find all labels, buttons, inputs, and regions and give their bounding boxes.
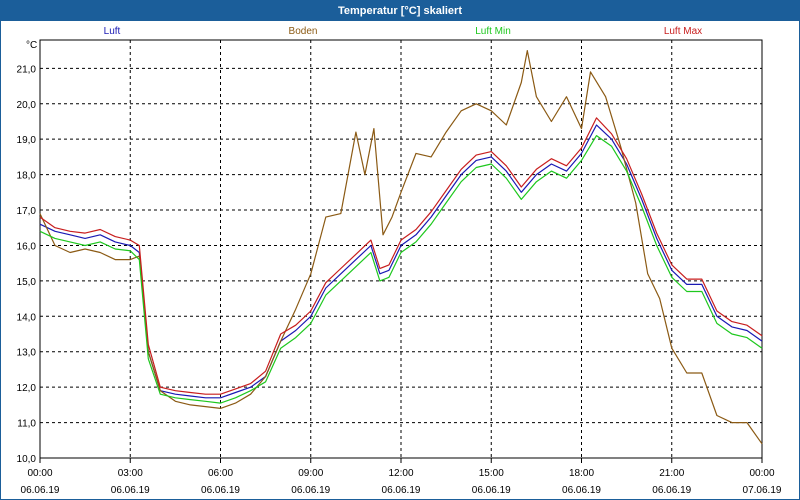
legend-luft-min: Luft Min xyxy=(475,26,511,37)
legend-luft-max: Luft Max xyxy=(664,26,702,37)
y-tick-label: 13,0 xyxy=(17,348,37,359)
x-tick-date: 06.06.19 xyxy=(562,485,601,496)
y-tick-label: 21,0 xyxy=(17,64,37,75)
x-tick-time: 00:00 xyxy=(749,468,774,479)
y-tick-label: 14,0 xyxy=(17,312,37,323)
y-tick-label: 18,0 xyxy=(17,171,37,182)
y-tick-label: 15,0 xyxy=(17,277,37,288)
y-tick-label: 11,0 xyxy=(17,419,36,430)
x-tick-date: 06.06.19 xyxy=(652,485,691,496)
x-tick-date: 06.06.19 xyxy=(472,485,511,496)
x-tick-time: 15:00 xyxy=(479,468,504,479)
x-tick-date: 07.06.19 xyxy=(743,485,782,496)
legend-boden: Boden xyxy=(289,26,318,37)
x-tick-time: 06:00 xyxy=(208,468,233,479)
x-tick-time: 00:00 xyxy=(27,468,52,479)
x-tick-time: 12:00 xyxy=(388,468,413,479)
temperature-chart: 10,0 11,0 12,0 13,0 14,0 15,0 16,0 17,0 18,0 19,0… xyxy=(17,26,782,496)
y-tick-label: 19,0 xyxy=(17,135,37,146)
y-tick-label: 20,0 xyxy=(17,100,37,111)
x-tick-date: 06.06.19 xyxy=(21,485,60,496)
x-tick-time: 21:00 xyxy=(659,468,684,479)
x-tick-date: 06.06.19 xyxy=(111,485,150,496)
x-tick-time: 18:00 xyxy=(569,468,594,479)
x-tick-date: 06.06.19 xyxy=(382,485,421,496)
y-tick-label: 10,0 xyxy=(17,454,37,465)
x-tick-time: 03:00 xyxy=(118,468,143,479)
y-tick-label: 12,0 xyxy=(17,383,37,394)
y-axis-unit-label: °C xyxy=(26,40,37,51)
x-tick-date: 06.06.19 xyxy=(201,485,240,496)
y-tick-label: 16,0 xyxy=(17,241,37,252)
x-tick-date: 06.06.19 xyxy=(291,485,330,496)
x-tick-time: 09:00 xyxy=(298,468,323,479)
y-tick-label: 17,0 xyxy=(17,206,37,217)
legend-luft: Luft xyxy=(104,26,121,37)
